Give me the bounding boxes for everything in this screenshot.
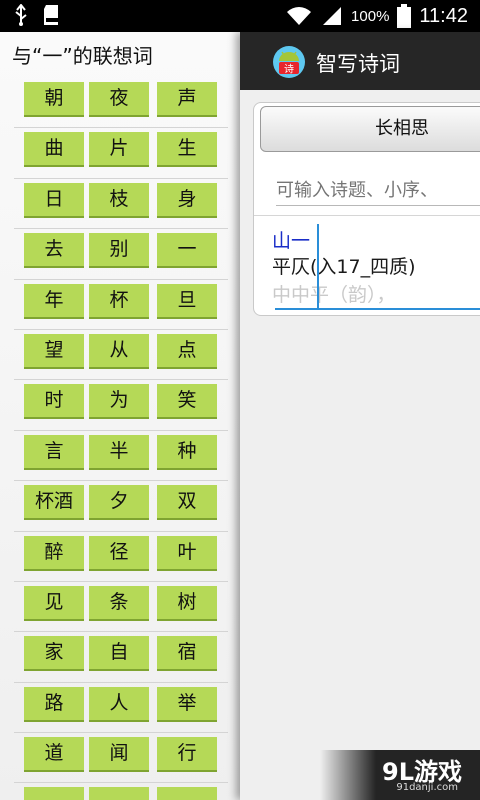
word-button[interactable]: 朝 [24, 82, 84, 117]
word-row: 望从点 [14, 330, 228, 381]
word-button[interactable]: 人 [89, 686, 149, 722]
word-button[interactable]: 年 [24, 283, 84, 319]
word-button[interactable]: 种 [157, 434, 217, 470]
app-title: 智写诗词 [316, 52, 400, 76]
word-button[interactable]: 枝 [89, 182, 149, 218]
word-button[interactable]: 言 [24, 434, 84, 470]
editor-underline [275, 308, 480, 310]
input-underline [276, 205, 480, 206]
word-grid: 朝夜声 曲片生 日枝身 去别一 年杯旦 望从点 时为笑 言半种 杯酒夕双 醉径叶… [14, 78, 228, 800]
word-button[interactable]: 日 [24, 182, 84, 218]
card-divider [254, 215, 480, 216]
word-row: 年杯旦 [14, 280, 228, 330]
word-button[interactable]: 曲 [24, 132, 84, 168]
preface-input[interactable] [276, 176, 480, 204]
word-button[interactable]: 道 [24, 737, 84, 773]
tone-pattern: 平仄(入17_四质) [272, 256, 416, 278]
word-row: 杯酒夕双 [14, 481, 228, 532]
word-button[interactable]: 一 [157, 233, 217, 269]
word-button[interactable]: 时 [24, 384, 84, 420]
word-button[interactable]: 径 [89, 535, 149, 571]
tone-hint: 中中平（韵）， [272, 284, 396, 306]
word-button[interactable]: 片 [89, 132, 149, 168]
word-row: 路人举 [14, 683, 228, 734]
word-button[interactable]: 叶 [157, 535, 217, 571]
word-row: 去别一 [14, 229, 228, 280]
word-button[interactable]: 举 [157, 686, 217, 722]
word-button[interactable]: 生 [157, 132, 217, 168]
text-cursor [317, 224, 319, 308]
word-button[interactable]: 杯酒 [24, 485, 84, 521]
word-button[interactable]: 望 [24, 333, 84, 369]
word-row: 道闻行 [14, 733, 228, 784]
word-row: 朝夜声 [14, 78, 228, 129]
word-button[interactable]: 点 [157, 333, 217, 369]
word-button[interactable]: 声 [157, 82, 217, 117]
word-row: 日枝身 [14, 179, 228, 230]
word-button[interactable]: 为 [89, 384, 149, 420]
word-row: 言半种 [14, 431, 228, 482]
word-button[interactable]: 身 [157, 182, 217, 218]
word-button[interactable]: 树 [157, 585, 217, 621]
panel-title: 与“一”的联想词 [12, 44, 153, 68]
word-button[interactable]: 行 [157, 737, 217, 773]
poem-text-editor[interactable]: 山一 平仄(入17_四质) 中中平（韵）， [272, 224, 480, 314]
word-row: 时为笑 [14, 380, 228, 431]
word-button[interactable] [24, 787, 84, 800]
word-button[interactable] [157, 787, 217, 800]
word-button[interactable]: 从 [89, 333, 149, 369]
status-time: 11:42 [419, 4, 468, 27]
word-button[interactable] [89, 787, 149, 800]
word-button[interactable]: 去 [24, 233, 84, 269]
app-icon-text: 诗 [284, 63, 294, 76]
word-button[interactable]: 见 [24, 585, 84, 621]
action-bar: 诗 智写诗词 [240, 32, 480, 90]
word-row: 曲片生 [14, 128, 228, 179]
poem-title-button[interactable]: 长相思 [260, 106, 480, 152]
word-row-partial [14, 783, 228, 800]
battery-icon [397, 4, 412, 28]
word-button[interactable]: 半 [89, 434, 149, 470]
word-button[interactable]: 宿 [157, 636, 217, 672]
word-button[interactable]: 路 [24, 686, 84, 722]
word-row: 家自宿 [14, 632, 228, 683]
watermark-url: 91danji.com [396, 782, 458, 793]
word-button[interactable]: 夕 [89, 485, 149, 521]
word-button[interactable]: 杯 [89, 283, 149, 319]
android-app-icon[interactable]: 诗 [272, 45, 306, 79]
word-row: 醉径叶 [14, 532, 228, 582]
word-row: 见条树 [14, 582, 228, 633]
signal-icon [323, 7, 342, 25]
word-button[interactable]: 笑 [157, 384, 217, 420]
word-button[interactable]: 条 [89, 585, 149, 621]
word-button[interactable]: 闻 [89, 737, 149, 773]
word-button[interactable]: 家 [24, 636, 84, 672]
poem-line: 山一 [272, 230, 311, 252]
word-button[interactable]: 双 [157, 485, 217, 521]
associated-words-panel: 与“一”的联想词 朝夜声 曲片生 日枝身 去别一 年杯旦 望从点 时为笑 言半种… [0, 32, 240, 800]
battery-percent: 100% [351, 7, 390, 25]
editor-panel: 诗 智写诗词 长相思 山一 平仄(入17_四质) 中中平（韵）， [240, 32, 480, 800]
word-button[interactable]: 别 [89, 233, 149, 269]
word-button[interactable]: 醉 [24, 535, 84, 571]
word-button[interactable]: 旦 [157, 283, 217, 319]
watermark: 9L游戏 91danji.com [320, 750, 480, 800]
status-bar: 100% 11:42 [0, 0, 480, 32]
usb-icon [15, 4, 27, 26]
word-button[interactable]: 夜 [89, 82, 149, 117]
sd-card-icon [44, 5, 58, 25]
wifi-icon [287, 7, 312, 25]
word-button[interactable]: 自 [89, 636, 149, 672]
